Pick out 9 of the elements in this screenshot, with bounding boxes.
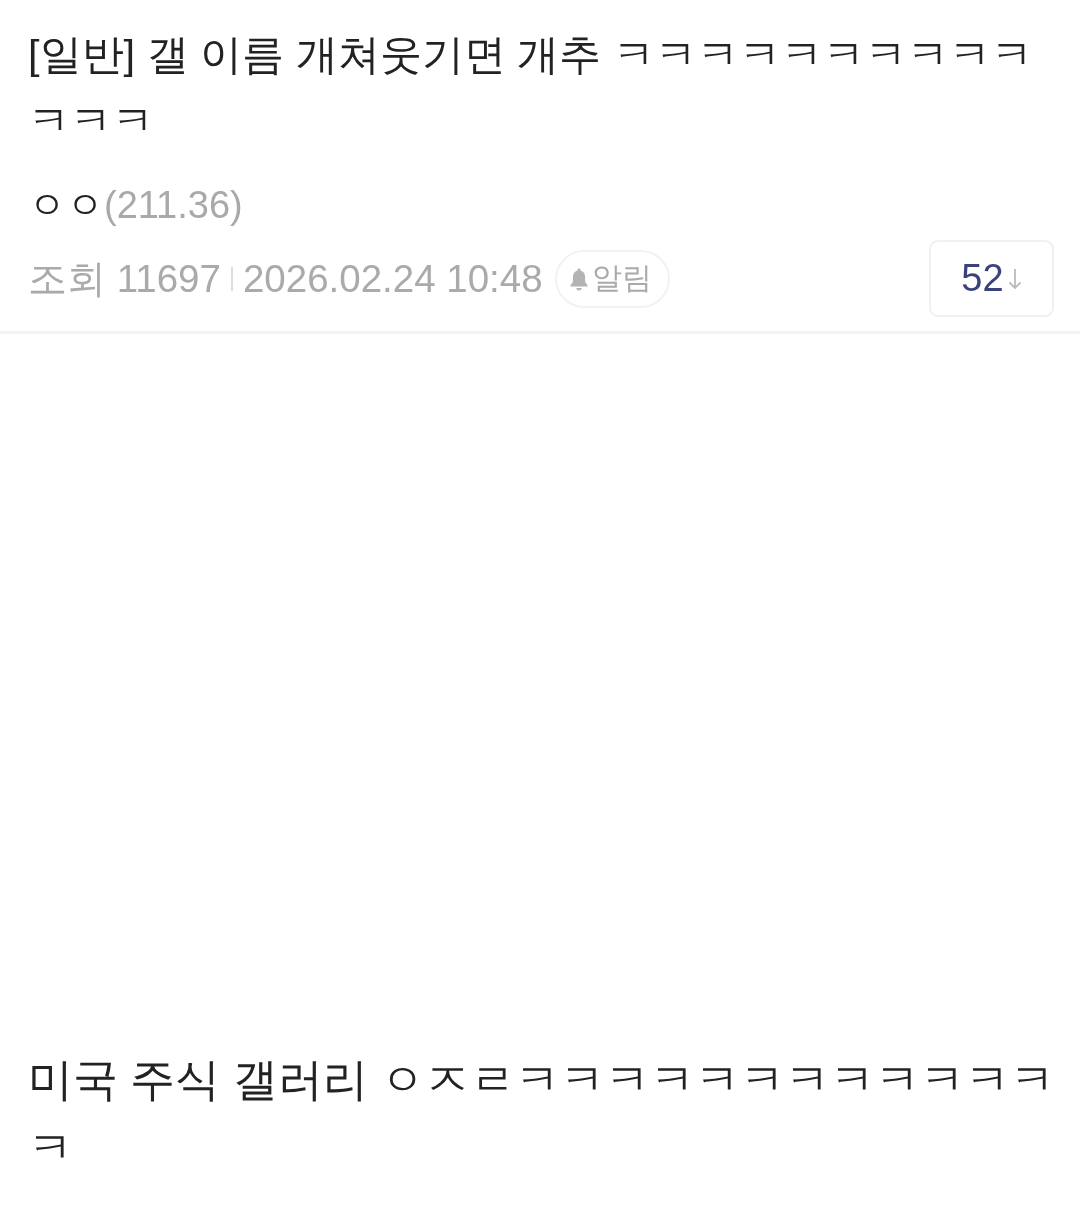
bell-icon [568, 266, 589, 291]
comment-count-button[interactable]: 52 [929, 240, 1054, 317]
down-arrow-icon [1007, 267, 1022, 290]
post-date: 2026.02.24 10:48 [242, 255, 543, 302]
post-body-text: 미국 주식 갤러리 ㅇㅈㄹㅋㅋㅋㅋㅋㅋㅋㅋㅋㅋㅋㅋㅋ [28, 1054, 1057, 1174]
view-count: 조회 11697 [28, 255, 221, 302]
author-nickname: ㅇㅇ [28, 183, 104, 228]
author-ip: (211.36) [104, 183, 243, 228]
post-title: [일반] 갤 이름 개쳐웃기면 개추 ㅋㅋㅋㅋㅋㅋㅋㅋㅋㅋㅋㅋㅋ [28, 30, 1034, 146]
